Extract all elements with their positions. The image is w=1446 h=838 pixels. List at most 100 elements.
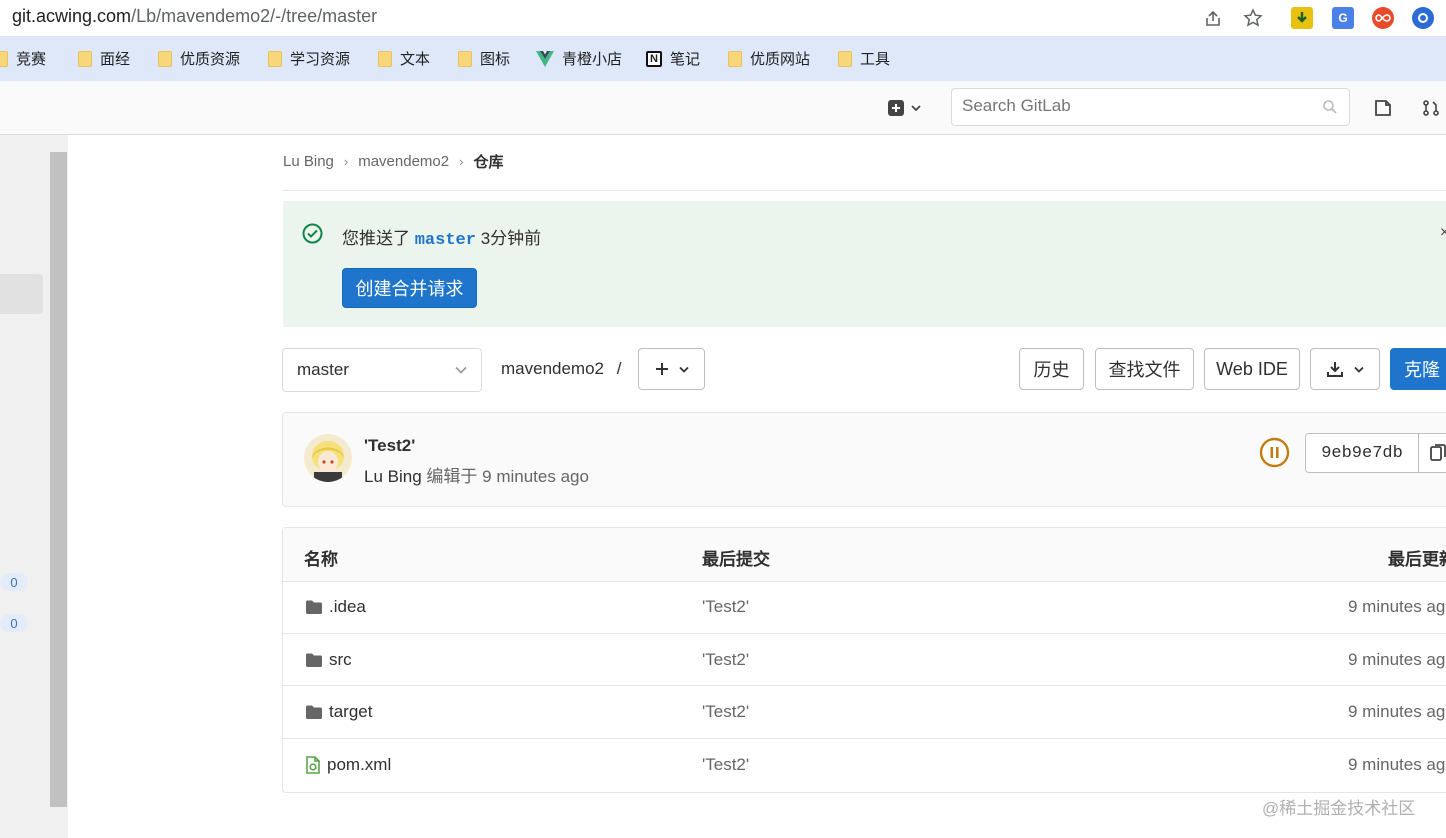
bookmark-star-icon[interactable] [1242,7,1264,29]
pipeline-paused-icon[interactable] [1259,437,1290,473]
folder-icon [306,705,322,719]
bookmark-label: 学习资源 [290,51,351,68]
search-input[interactable] [952,89,1312,123]
chevron-down-icon [1354,366,1364,373]
column-header-last-commit: 最后提交 [702,550,770,569]
sidebar-count-badge: 0 [0,614,28,632]
commit-meta: Lu Bing 编辑于 9 minutes ago [364,462,589,487]
bookmark-label: 竞赛 [16,51,47,68]
bookmark-item[interactable]: 竞赛 [0,36,46,81]
commit-message-cell[interactable]: 'Test2' [702,650,749,670]
branch-selector[interactable]: master [282,348,482,392]
merge-requests-icon[interactable] [1420,97,1442,119]
file-name-cell[interactable]: .idea [305,597,366,617]
bookmark-item[interactable]: 学习资源 [268,36,350,81]
history-button[interactable]: 历史 [1019,348,1084,390]
file-name[interactable]: .idea [329,597,366,617]
bookmark-item[interactable]: N 笔记 [646,36,700,81]
path-separator: / [616,359,622,378]
sidebar-count-badge: 0 [0,573,28,591]
clone-button[interactable]: 克隆 [1390,348,1446,390]
url-text[interactable]: git.acwing.com/Lb/mavendemo2/-/tree/mast… [12,6,377,27]
commit-action: 编辑于 [426,467,478,486]
download-icon [1327,362,1343,377]
bookmark-label: 优质资源 [180,51,241,68]
breadcrumb: Lu Bing › mavendemo2 › 仓库 [283,150,503,172]
commit-message-cell[interactable]: 'Test2' [702,702,749,722]
breadcrumb-item-current[interactable]: 仓库 [473,151,503,172]
check-circle-icon [302,223,323,249]
push-alert [283,201,1446,327]
breadcrumb-item-project[interactable]: mavendemo2 [358,153,449,170]
bookmark-item[interactable]: 优质资源 [158,36,240,81]
search-box[interactable] [951,88,1350,126]
push-alert-message: 您推送了 master 3分钟前 [342,224,541,250]
table-row[interactable] [283,634,1446,686]
download-button[interactable] [1310,348,1380,390]
issues-icon[interactable] [1372,97,1394,119]
bookmark-item[interactable]: 优质网站 [728,36,810,81]
chevron-right-icon: › [343,153,349,169]
close-alert-icon[interactable]: × [1440,224,1446,242]
sidebar-scrollbar[interactable] [50,152,67,807]
web-ide-button[interactable]: Web IDE [1204,348,1300,390]
bookmark-label: 笔记 [670,51,701,68]
plus-square-icon [888,100,904,116]
download-extension-icon[interactable] [1291,7,1313,29]
table-row[interactable] [283,739,1446,791]
edge-extension-icon[interactable] [1412,7,1434,29]
add-to-tree-button[interactable] [638,348,705,390]
chevron-right-icon: › [459,153,464,169]
translate-extension-icon[interactable]: G [1332,7,1354,29]
updated-cell: 9 minutes ago [1348,702,1446,721]
table-row[interactable] [283,687,1446,739]
repo-path-root[interactable]: mavendemo2 [501,359,604,378]
updated-cell: 9 minutes ago [1348,597,1446,616]
vue-logo-icon [536,50,554,67]
divider [283,190,1446,191]
copy-sha-button[interactable] [1418,433,1446,473]
find-file-button[interactable]: 查找文件 [1095,348,1194,390]
repo-path: mavendemo2 / [501,359,621,379]
updated-cell: 9 minutes ago [1348,650,1446,669]
search-icon [1323,100,1337,114]
url-path: /Lb/mavendemo2/-/tree/master [131,6,378,26]
folder-icon [458,50,472,67]
sidebar-item-active[interactable] [0,274,43,314]
watermark: @稀土掘金技术社区 [1262,799,1416,818]
bookmark-item[interactable]: 工具 [838,36,890,81]
copy-icon [1430,444,1446,461]
bookmark-item[interactable]: 面经 [78,36,130,81]
bookmark-item[interactable]: 图标 [458,36,510,81]
commit-message-cell[interactable]: 'Test2' [702,755,749,775]
plus-icon [655,363,668,375]
commit-sha[interactable]: 9eb9e7db [1305,433,1419,473]
new-dropdown-button[interactable] [884,98,924,118]
bookmark-item[interactable]: 文本 [378,36,430,81]
share-icon[interactable] [1202,8,1224,30]
chevron-down-icon [455,366,467,374]
file-name-cell[interactable]: target [305,702,372,722]
file-name[interactable]: target [329,702,372,722]
avatar[interactable] [304,434,352,482]
file-name[interactable]: pom.xml [327,755,391,775]
folder-icon [268,50,282,67]
bookmark-item[interactable]: 青橙小店 [536,36,622,81]
commit-title[interactable]: 'Test2' [364,436,415,456]
column-header-name: 名称 [304,550,338,569]
file-name[interactable]: src [329,650,352,670]
updated-cell: 9 minutes ago [1348,755,1446,774]
table-header [283,528,1446,582]
breadcrumb-item-user[interactable]: Lu Bing [283,153,334,170]
file-name-cell[interactable]: pom.xml [305,755,391,775]
commit-author[interactable]: Lu Bing [364,467,422,486]
commit-message-cell[interactable]: 'Test2' [702,597,749,617]
commit-time: 9 minutes ago [482,467,589,486]
infinity-extension-icon[interactable] [1372,7,1394,29]
file-name-cell[interactable]: src [305,650,352,670]
alert-branch[interactable]: master [415,231,476,250]
create-merge-request-button[interactable]: 创建合并请求 [342,268,477,308]
table-row[interactable] [283,582,1446,634]
branch-name: master [297,360,349,379]
bookmark-label: 面经 [100,51,131,68]
